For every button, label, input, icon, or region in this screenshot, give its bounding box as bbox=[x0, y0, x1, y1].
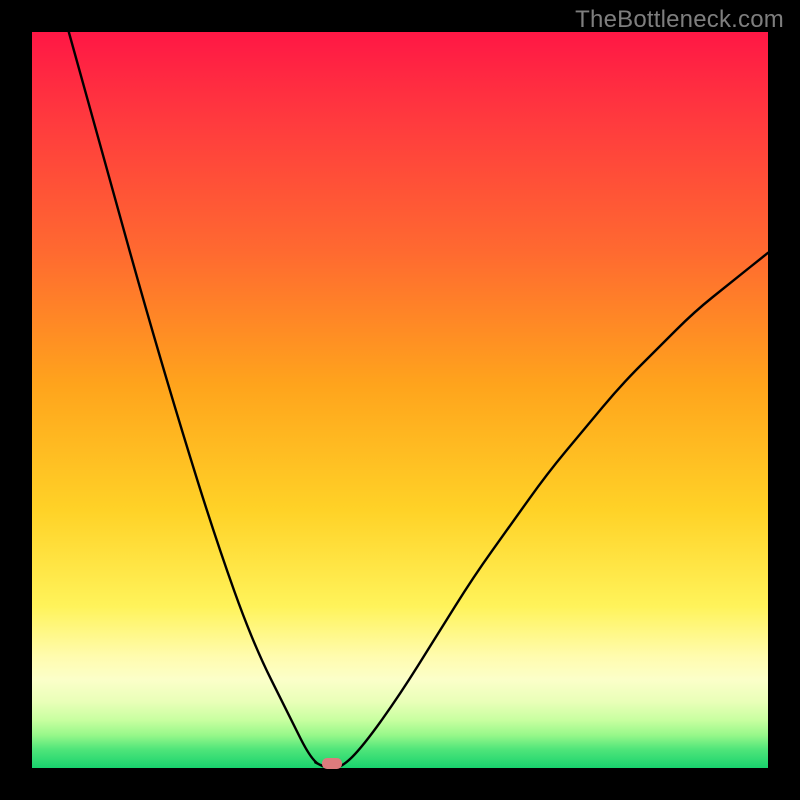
bottleneck-curve bbox=[32, 32, 768, 768]
plot-area bbox=[32, 32, 768, 768]
watermark-text: TheBottleneck.com bbox=[575, 6, 784, 34]
optimal-marker bbox=[322, 758, 342, 769]
chart-frame: TheBottleneck.com bbox=[0, 0, 800, 800]
curve-path bbox=[69, 32, 768, 768]
